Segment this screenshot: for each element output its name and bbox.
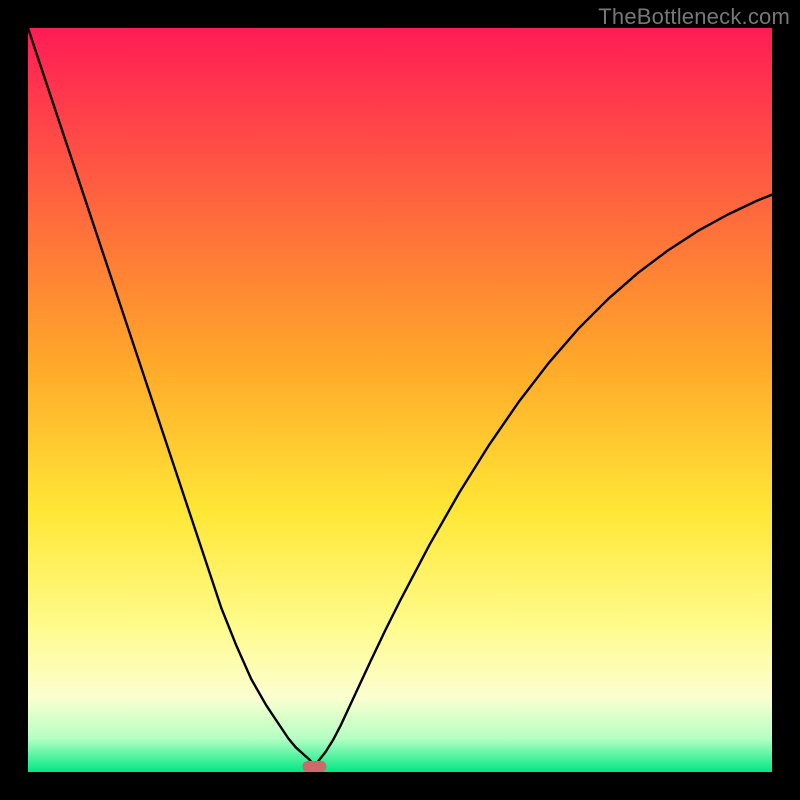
plot-area (28, 28, 772, 772)
minimum-marker (302, 761, 326, 772)
chart-frame: TheBottleneck.com (0, 0, 800, 800)
gradient-background (28, 28, 772, 772)
chart-svg (28, 28, 772, 772)
watermark-text: TheBottleneck.com (598, 4, 790, 30)
